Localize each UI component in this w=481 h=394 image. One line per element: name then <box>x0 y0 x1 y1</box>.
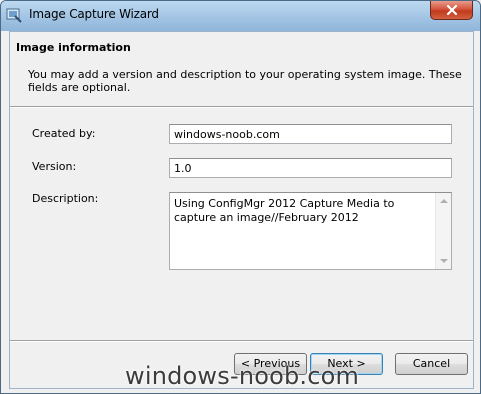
cancel-button[interactable]: Cancel <box>395 353 468 375</box>
description-text: Using ConfigMgr 2012 Capture Media to ca… <box>174 197 395 224</box>
wizard-window: Image Capture Wizard Image information Y… <box>0 0 481 394</box>
watermark: windows-noob.com <box>125 362 360 390</box>
version-label: Version: <box>32 160 77 173</box>
title-bar[interactable]: Image Capture Wizard <box>1 1 480 31</box>
page-description: You may add a version and description to… <box>28 68 462 94</box>
wizard-icon <box>6 7 22 23</box>
scroll-up-icon[interactable] <box>440 199 448 203</box>
wizard-page: Image information You may add a version … <box>9 31 474 389</box>
description-field[interactable]: Using ConfigMgr 2012 Capture Media to ca… <box>169 192 452 270</box>
scroll-down-icon[interactable] <box>440 259 448 263</box>
description-label: Description: <box>32 192 99 205</box>
header-divider <box>10 106 473 108</box>
created-by-field[interactable]: windows-noob.com <box>169 124 452 144</box>
close-button[interactable] <box>430 1 473 20</box>
page-title: Image information <box>16 41 131 54</box>
window-title: Image Capture Wizard <box>29 7 159 21</box>
page-header: Image information You may add a version … <box>10 32 473 106</box>
footer-divider <box>10 340 473 342</box>
description-scrollbar[interactable] <box>435 193 451 269</box>
created-by-label: Created by: <box>32 127 96 140</box>
version-field[interactable]: 1.0 <box>169 158 452 178</box>
close-icon <box>446 5 458 15</box>
